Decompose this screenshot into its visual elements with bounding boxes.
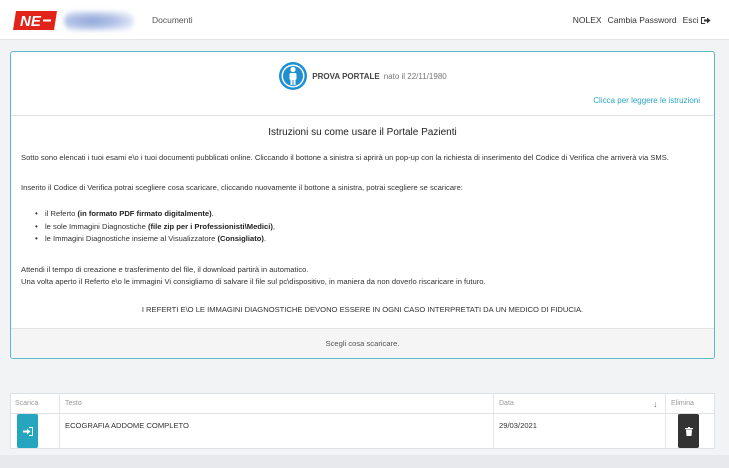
card-footer: Scegli cosa scaricare. — [11, 328, 714, 358]
read-instructions-link[interactable]: Clicca per leggere le istruzioni — [593, 96, 700, 105]
sign-out-icon — [701, 17, 711, 25]
documents-table: Scarica Testo Data ↓ Elimina ECOGRAFIA A… — [10, 393, 715, 449]
delete-button[interactable] — [678, 414, 699, 448]
card-divider — [11, 115, 714, 116]
list-item: il Referto (in formato PDF firmato digit… — [35, 208, 275, 221]
instructions-paragraph-2: Inserito il Codice di Verifica potrai sc… — [21, 183, 463, 192]
sort-arrow-icon[interactable]: ↓ — [653, 394, 658, 413]
nav-user-area: NOLEX Cambia Password Esci — [573, 15, 711, 25]
table-header: Scarica Testo Data ↓ Elimina — [11, 394, 714, 414]
column-header-scarica: Scarica — [15, 400, 39, 407]
ne-logo[interactable]: NE — [13, 11, 57, 30]
cell-testo: ECOGRAFIA ADDOME COMPLETO — [65, 421, 189, 430]
nav-documents-link[interactable]: Documenti — [152, 15, 193, 25]
user-circle-icon — [279, 62, 308, 90]
instructions-title: Istruzioni su come usare il Portale Pazi… — [268, 127, 457, 138]
column-divider — [665, 394, 666, 413]
blurred-logo — [64, 11, 134, 31]
instructions-card: PROVA PORTALE nato il 22/11/1980 Clicca … — [10, 51, 715, 359]
choose-download-label: Scegli cosa scaricare. — [325, 339, 400, 348]
patient-name: PROVA PORTALE — [312, 71, 380, 81]
logout-link[interactable]: Esci — [683, 15, 711, 25]
logout-label: Esci — [682, 15, 699, 25]
change-password-link[interactable]: Cambia Password — [608, 15, 677, 25]
table-row: ECOGRAFIA ADDOME COMPLETO 29/03/2021 — [11, 414, 714, 448]
list-item: le Immagini Diagnostiche insieme al Visu… — [35, 233, 275, 246]
column-header-data[interactable]: Data — [499, 394, 514, 413]
column-divider — [59, 394, 60, 413]
svg-text:NE: NE — [20, 13, 42, 30]
list-item: le sole Immagini Diagnostiche (file zip … — [35, 221, 275, 234]
instructions-paragraph-4: Una volta aperto il Referto e\o le immag… — [21, 277, 486, 286]
navbar: NE Documenti NOLEX Cambia Password Esci — [0, 0, 729, 40]
download-options-list: il Referto (in formato PDF firmato digit… — [35, 208, 275, 246]
sign-in-icon — [22, 426, 33, 436]
medical-warning: I REFERTI E\O LE IMMAGINI DIAGNOSTICHE D… — [141, 305, 584, 314]
download-button[interactable] — [17, 414, 38, 448]
column-header-testo[interactable]: Testo — [65, 394, 82, 413]
nav-user-name[interactable]: NOLEX — [573, 15, 602, 25]
column-divider — [493, 414, 494, 448]
column-divider — [493, 394, 494, 413]
page-footer — [0, 455, 729, 468]
trash-icon — [684, 426, 693, 436]
instructions-paragraph-1: Sotto sono elencati i tuoi esami e\o i t… — [21, 153, 669, 162]
cell-data: 29/03/2021 — [499, 421, 538, 430]
patient-dob: nato il 22/11/1980 — [383, 71, 447, 81]
column-divider — [59, 414, 60, 448]
column-header-elimina: Elimina — [671, 400, 694, 407]
patient-header: PROVA PORTALE nato il 22/11/1980 — [11, 62, 714, 90]
column-divider — [665, 414, 666, 448]
instructions-paragraph-3: Attendi il tempo di creazione e trasferi… — [21, 265, 309, 274]
